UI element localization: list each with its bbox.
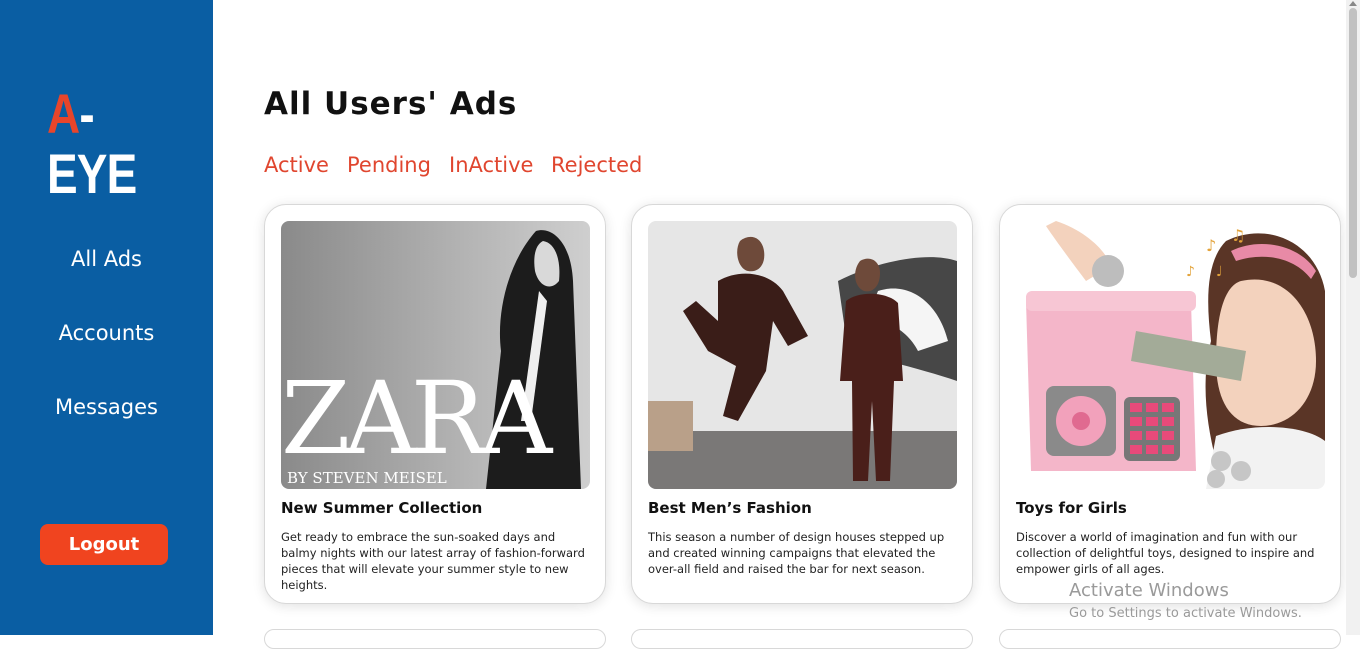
tab-active[interactable]: Active <box>264 153 329 177</box>
sidebar: A-EYE All Ads Accounts Messages Logout <box>0 0 213 635</box>
ad-title: Best Men’s Fashion <box>648 499 812 517</box>
ad-image-toys-for-girls: ♪ ♫ ♪ ♩ <box>1016 221 1325 489</box>
svg-text:♩: ♩ <box>1216 264 1223 280</box>
ad-card-partial[interactable] <box>999 629 1341 649</box>
ad-card[interactable]: ♪ ♫ ♪ ♩ Toys for Girls Discover a world of … <box>999 204 1341 604</box>
page-title: All Users' Ads <box>264 86 518 122</box>
ad-card-partial[interactable] <box>631 629 973 649</box>
ad-title: New Summer Collection <box>281 499 483 517</box>
nav-all-ads[interactable]: All Ads <box>0 247 213 271</box>
app-logo[interactable]: A-EYE <box>47 84 183 204</box>
ad-description: Discover a world of imagination and fun … <box>1016 530 1315 576</box>
tab-inactive[interactable]: InActive <box>449 153 533 177</box>
activate-windows-title: Activate Windows <box>1069 580 1229 601</box>
ad-description: This season a number of design houses st… <box>648 530 945 576</box>
ad-image-mens-fashion <box>648 221 957 489</box>
vertical-scrollbar[interactable] <box>1346 0 1360 635</box>
svg-text:♪: ♪ <box>1186 264 1195 280</box>
nav-messages[interactable]: Messages <box>0 395 213 419</box>
svg-text:♫: ♫ <box>1231 226 1245 245</box>
main-content: All Users' Ads Active Pending InActive R… <box>213 0 1346 649</box>
ad-image-zara: ZARA BY STEVEN MEISEL <box>281 221 590 489</box>
ad-card[interactable]: ZARA BY STEVEN MEISEL New Summer Collect… <box>264 204 606 604</box>
tab-pending[interactable]: Pending <box>347 153 431 177</box>
ad-title: Toys for Girls <box>1016 499 1127 517</box>
logo-letter-a: A <box>47 82 80 145</box>
ad-card-partial[interactable] <box>264 629 606 649</box>
ad-description: Get ready to embrace the sun-soaked days… <box>281 530 585 592</box>
zara-wordmark: ZARA <box>281 360 554 477</box>
tab-rejected[interactable]: Rejected <box>551 153 642 177</box>
nav-accounts[interactable]: Accounts <box>0 321 213 345</box>
svg-text:♪: ♪ <box>1206 236 1216 255</box>
activate-windows-subtitle: Go to Settings to activate Windows. <box>1069 606 1302 621</box>
ad-card[interactable]: Best Men’s Fashion This season a number … <box>631 204 973 604</box>
scroll-thumb[interactable] <box>1349 8 1357 278</box>
scroll-up-icon[interactable] <box>1349 1 1357 6</box>
logout-button[interactable]: Logout <box>40 524 168 565</box>
svg-text:BY STEVEN MEISEL: BY STEVEN MEISEL <box>287 469 447 487</box>
